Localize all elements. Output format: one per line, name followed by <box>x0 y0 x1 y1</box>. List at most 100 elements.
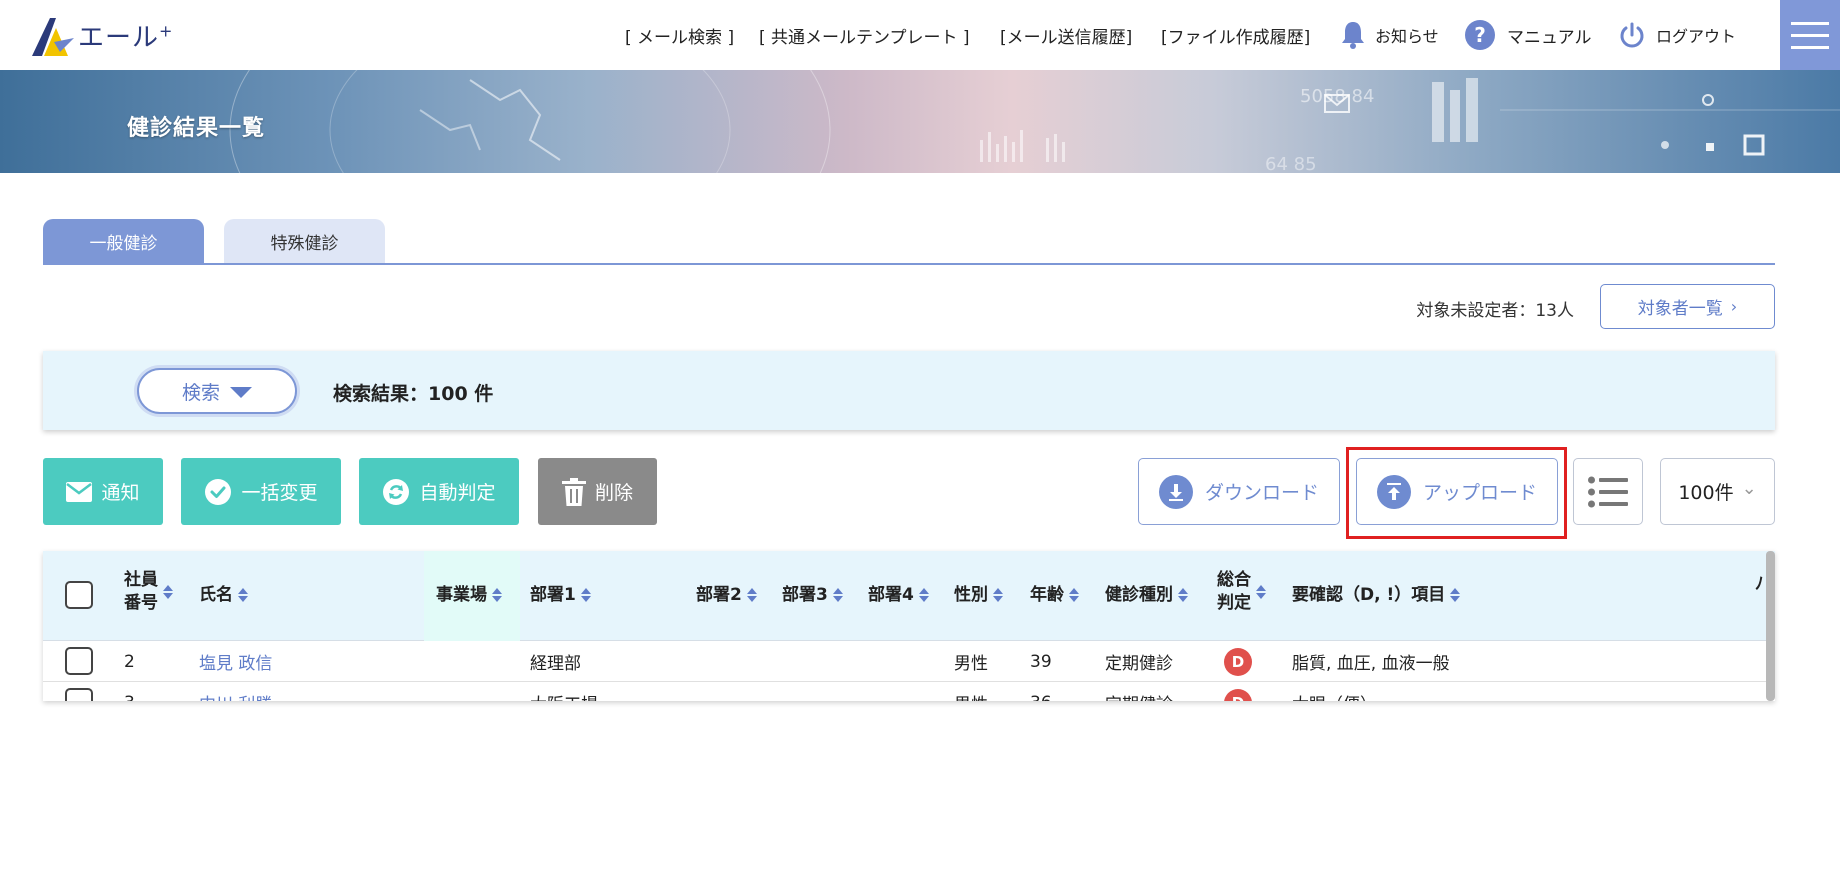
cell-dept1: 経理部 <box>530 654 581 674</box>
nav-notice-label: お知らせ <box>1375 27 1439 46</box>
cell-check-items: 太眼（便） <box>1292 682 1377 701</box>
sort-icon <box>163 584 173 599</box>
list-view-button[interactable] <box>1573 458 1643 525</box>
sort-icon <box>1256 584 1266 599</box>
cell-name-link[interactable]: 中川 利勝 <box>199 682 272 701</box>
search-result-count: 検索結果：100 件 <box>333 383 494 405</box>
page-title: 健診結果一覧 <box>127 116 266 141</box>
search-toggle-button[interactable]: 検索 <box>137 368 297 414</box>
bulk-change-button[interactable]: 一括変更 <box>181 458 341 525</box>
svg-text:64 85: 64 85 <box>1265 154 1317 173</box>
col-dept2[interactable]: 部署2 <box>696 584 757 607</box>
col-employee-no-line2: 番号 <box>124 592 158 613</box>
banner-decoration: 5058 84 64 85 <box>229 70 1840 173</box>
per-page-value: 100件 <box>1678 482 1734 504</box>
notify-button[interactable]: 通知 <box>43 458 163 525</box>
cell-exam-type: 定期健診 <box>1105 682 1173 701</box>
cell-age: 39 <box>1030 651 1052 672</box>
sort-icon <box>238 588 248 603</box>
upload-highlight-box <box>1346 447 1567 539</box>
mail-icon <box>66 481 93 502</box>
auto-judge-button[interactable]: 自動判定 <box>359 458 519 525</box>
col-dept4[interactable]: 部署4 <box>868 584 929 607</box>
tab-underline <box>43 263 1775 265</box>
delete-button[interactable]: 削除 <box>538 458 657 525</box>
nav-manual[interactable]: ? マニュアル <box>1465 0 1592 70</box>
download-button-label: ダウンロード <box>1204 482 1319 504</box>
svg-text:5058 84: 5058 84 <box>1300 86 1374 107</box>
search-panel: 検索 検索結果：100 件 <box>43 351 1775 430</box>
cell-gender: 男性 <box>954 682 988 701</box>
col-employee-no[interactable]: 社員 番号 <box>124 569 173 615</box>
col-exam-type-label: 健診種別 <box>1105 585 1173 605</box>
col-age[interactable]: 年齢 <box>1030 584 1079 607</box>
cell-name-link[interactable]: 塩見 政信 <box>199 641 272 682</box>
target-list-button[interactable]: 対象者一覧 › <box>1600 284 1775 329</box>
sort-icon <box>832 588 843 603</box>
search-button-label: 検索 <box>181 381 220 404</box>
col-overall-line2: 判定 <box>1217 592 1251 613</box>
sort-icon <box>1450 588 1461 603</box>
sort-icon <box>492 588 502 603</box>
cell-gender: 男性 <box>954 654 988 674</box>
row-checkbox[interactable] <box>65 647 93 675</box>
nav-mail-history[interactable]: [メール送信履歴] <box>1000 0 1132 70</box>
download-icon <box>1158 474 1193 509</box>
auto-judge-button-label: 自動判定 <box>419 482 496 504</box>
col-exam-type[interactable]: 健診種別 <box>1105 584 1188 607</box>
col-employee-no-line1: 社員 <box>124 570 158 590</box>
delete-button-label: 削除 <box>594 482 633 504</box>
cell-exam-type: 定期健診 <box>1105 654 1173 674</box>
col-name[interactable]: 氏名 <box>199 584 248 607</box>
bell-icon <box>1340 20 1366 50</box>
help-icon: ? <box>1465 20 1495 50</box>
sort-icon <box>746 588 757 603</box>
download-button[interactable]: ダウンロード <box>1138 458 1340 525</box>
cell-dept1: 大阪工場 <box>530 682 598 701</box>
nav-logout[interactable]: ログアウト <box>1618 0 1736 70</box>
results-table: 社員 番号 氏名 事業場 部署1 部署2 部署3 部署4 性別 年齢 健診種別 … <box>43 551 1775 701</box>
sort-icon <box>918 588 929 603</box>
tab-special-exam[interactable]: 特殊健診 <box>224 219 385 263</box>
logo-text: エール+ <box>78 20 174 53</box>
list-view-icon <box>1588 476 1628 507</box>
col-dept2-label: 部署2 <box>696 585 742 605</box>
tab-general-exam[interactable]: 一般健診 <box>43 219 204 263</box>
col-gender-label: 性別 <box>954 585 988 605</box>
nav-logout-label: ログアウト <box>1656 27 1737 46</box>
select-all-checkbox[interactable] <box>65 581 93 609</box>
target-list-label: 対象者一覧 <box>1637 299 1723 319</box>
table-row[interactable]: 2 塩見 政信 経理部 男性 39 定期健診 D 脂質, 血圧, 血液一般 <box>43 641 1775 682</box>
judgement-badge: D <box>1224 647 1252 676</box>
sort-icon <box>1069 588 1079 603</box>
col-dept1[interactable]: 部署1 <box>530 584 591 607</box>
nav-manual-label: マニュアル <box>1507 27 1592 48</box>
table-row[interactable]: 3 中川 利勝 大阪工場 男性 36 定期健診 D 太眼（便） <box>43 682 1775 701</box>
chevron-down-icon <box>230 387 252 398</box>
power-icon <box>1618 21 1646 49</box>
nav-notice[interactable]: お知らせ <box>1340 0 1439 70</box>
page-banner: 5058 84 64 85 健診結果一覧 <box>0 70 1840 173</box>
col-overall-judgement[interactable]: 総合 判定 <box>1217 569 1266 615</box>
col-dept1-label: 部署1 <box>530 585 576 605</box>
exam-tabs: 一般健診 特殊健診 <box>43 219 385 263</box>
col-check-items-label: 要確認（D, !）項目 <box>1292 585 1446 605</box>
unset-target-count: 対象未設定者：13人 <box>1416 301 1574 321</box>
col-site[interactable]: 事業場 <box>436 584 502 607</box>
notify-button-label: 通知 <box>101 482 140 504</box>
col-name-label: 氏名 <box>199 585 233 605</box>
nav-mail-search[interactable]: [ メール検索 ] <box>625 0 734 70</box>
col-check-items[interactable]: 要確認（D, !）項目 <box>1292 584 1461 607</box>
chevron-right-icon: › <box>1730 297 1738 316</box>
table-scrollbar[interactable] <box>1766 551 1775 701</box>
col-gender[interactable]: 性別 <box>954 584 1003 607</box>
cell-employee-no: 2 <box>124 651 135 672</box>
col-age-label: 年齢 <box>1030 585 1064 605</box>
col-dept3[interactable]: 部署3 <box>782 584 843 607</box>
nav-file-history[interactable]: [ファイル作成履歴] <box>1161 0 1310 70</box>
menu-icon[interactable] <box>1780 0 1840 70</box>
per-page-select[interactable]: 100件 ⌄ <box>1660 458 1775 525</box>
nav-mail-template[interactable]: [ 共通メールテンプレート ] <box>759 0 970 70</box>
app-logo[interactable]: エール+ <box>30 12 173 58</box>
row-checkbox[interactable] <box>65 688 93 701</box>
